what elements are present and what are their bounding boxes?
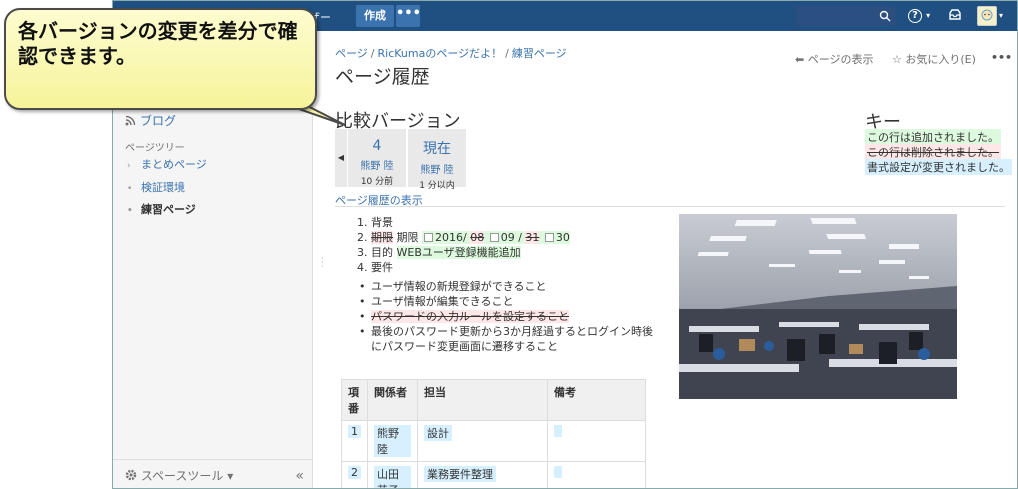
version-author[interactable]: 熊野 陸 — [348, 157, 406, 172]
table-cell: 山田花子 — [374, 466, 411, 488]
more-button[interactable]: ••• — [396, 5, 421, 27]
date-macro: 2016/ 08 09 / 31 30 — [422, 231, 570, 244]
view-page-button[interactable]: ⬅ ページの表示 — [795, 51, 874, 67]
table-row: 1 熊野陸 設計 — [341, 420, 646, 462]
column-header: 備考 — [547, 379, 646, 421]
version-time: 10 分前 — [360, 177, 394, 187]
help-icon[interactable]: ? ▾ — [908, 7, 930, 23]
create-button[interactable]: 作成 — [356, 5, 394, 27]
collapse-sidebar-button[interactable]: « — [295, 468, 304, 484]
page-more-button[interactable]: ••• — [991, 51, 1012, 64]
version-author[interactable]: 熊野 陸 — [408, 161, 466, 176]
office-photo — [679, 214, 957, 399]
column-header: 関係者 — [367, 379, 418, 421]
table-cell: 業務要件整理 — [424, 466, 496, 482]
tree-item-summary[interactable]: › まとめページ — [127, 156, 207, 172]
rss-icon — [125, 115, 136, 126]
divider — [113, 459, 313, 460]
members-table: 項番 関係者 担当 備考 1 熊野陸 設計 2 山田花子 業務要件整理 — [341, 379, 646, 488]
tree-item-label: 検証環境 — [141, 181, 185, 194]
divider — [335, 206, 1005, 207]
list-item-removed: パスワードの入力ルールを設定すること — [357, 309, 657, 324]
tree-item-verification[interactable]: • 検証環境 — [127, 179, 185, 195]
user-avatar[interactable] — [977, 6, 997, 26]
search-icon[interactable] — [879, 10, 891, 22]
table-cell — [554, 425, 562, 437]
table-header-row: 項番 関係者 担当 備考 — [341, 379, 646, 421]
table-cell: 設計 — [424, 425, 452, 441]
space-tools-label: スペースツール ▾ — [140, 469, 234, 483]
arrow-left-icon: ⬅ — [795, 53, 805, 66]
previous-version-button[interactable]: ◀ — [335, 129, 347, 187]
tree-item-practice[interactable]: • 練習ページ — [127, 201, 196, 217]
diff-bullet-list: ユーザ情報の新規登録ができること ユーザ情報が編集できること パスワードの入力ル… — [357, 279, 657, 354]
notification-icon[interactable] — [948, 8, 962, 22]
bullet-icon: • — [127, 184, 133, 194]
column-header: 担当 — [417, 379, 548, 421]
list-item: 3. 目的 WEBユーザ登録機能追加 — [357, 246, 521, 259]
calendar-icon — [544, 233, 554, 242]
page-title: ページ履歴 — [335, 66, 430, 88]
added-text: WEBユーザ登録機能追加 — [396, 246, 521, 259]
bullet-icon: • — [127, 206, 133, 216]
table-cell: 1 — [348, 425, 361, 438]
list-item: 最後のパスワード更新から3か月経過するとログイン時後にパスワード変更画面に遷移す… — [357, 324, 657, 354]
breadcrumb-item[interactable]: ページ — [335, 47, 368, 60]
version-box-old[interactable]: 4 熊野 陸 10 分前 — [348, 129, 406, 187]
list-item: 2. 期限 期限 2016/ 08 09 / 31 30 — [357, 231, 570, 244]
table-cell: 2 — [348, 466, 361, 479]
key-format-changed: 書式設定が変更されました。 — [865, 159, 1012, 175]
key-added: この行は追加されました。 — [865, 129, 1001, 145]
column-header: 項番 — [341, 379, 368, 421]
key-removed: この行は削除されました。 — [865, 144, 1001, 160]
sidebar-item-label: ブログ — [140, 114, 177, 128]
list-item: ユーザ情報の新規登録ができること — [357, 279, 657, 294]
list-item: 4. 要件 — [357, 261, 393, 274]
sidebar-resize-handle[interactable]: · · · — [321, 255, 324, 271]
favorite-button[interactable]: ☆ お気に入り(E) — [892, 51, 976, 67]
page-tree-heading: ページツリー — [125, 143, 185, 154]
table-row: 2 山田花子 業務要件整理 — [341, 461, 646, 488]
breadcrumb: ページ / RicKumaのページだよ！ / 練習ページ — [335, 47, 567, 60]
calendar-icon — [489, 233, 499, 242]
calendar-icon — [424, 233, 433, 242]
gear-icon — [125, 469, 137, 481]
version-time: 1 分以内 — [419, 181, 455, 191]
table-cell — [554, 466, 562, 478]
table-cell: 熊野陸 — [374, 425, 411, 457]
annotation-callout: 各バージョンの変更を差分で確認できます。 — [4, 8, 317, 110]
breadcrumb-item[interactable]: RicKumaのページだよ！ — [378, 47, 503, 60]
space-tools-button[interactable]: スペースツール ▾ — [125, 467, 233, 484]
version-number[interactable]: 現在 — [408, 138, 466, 158]
removed-text: 期限 — [371, 231, 393, 244]
breadcrumb-item[interactable]: 練習ページ — [512, 47, 567, 60]
star-icon: ☆ — [892, 53, 902, 66]
list-item: 1. 背景 — [357, 216, 393, 229]
chevron-right-icon[interactable]: › — [127, 161, 141, 171]
tree-item-label: まとめページ — [141, 158, 207, 171]
sidebar-item-blog[interactable]: ブログ — [125, 112, 176, 129]
version-number[interactable]: 4 — [348, 138, 406, 154]
diff-ordered-list: 1. 背景 2. 期限 期限 2016/ 08 09 / 31 30 3. 目的… — [357, 215, 570, 275]
chevron-down-icon[interactable]: ▾ — [999, 11, 1003, 20]
tree-item-label: 練習ページ — [141, 203, 196, 216]
version-box-current[interactable]: 現在 熊野 陸 1 分以内 — [408, 129, 466, 191]
list-item: ユーザ情報が編集できること — [357, 294, 657, 309]
